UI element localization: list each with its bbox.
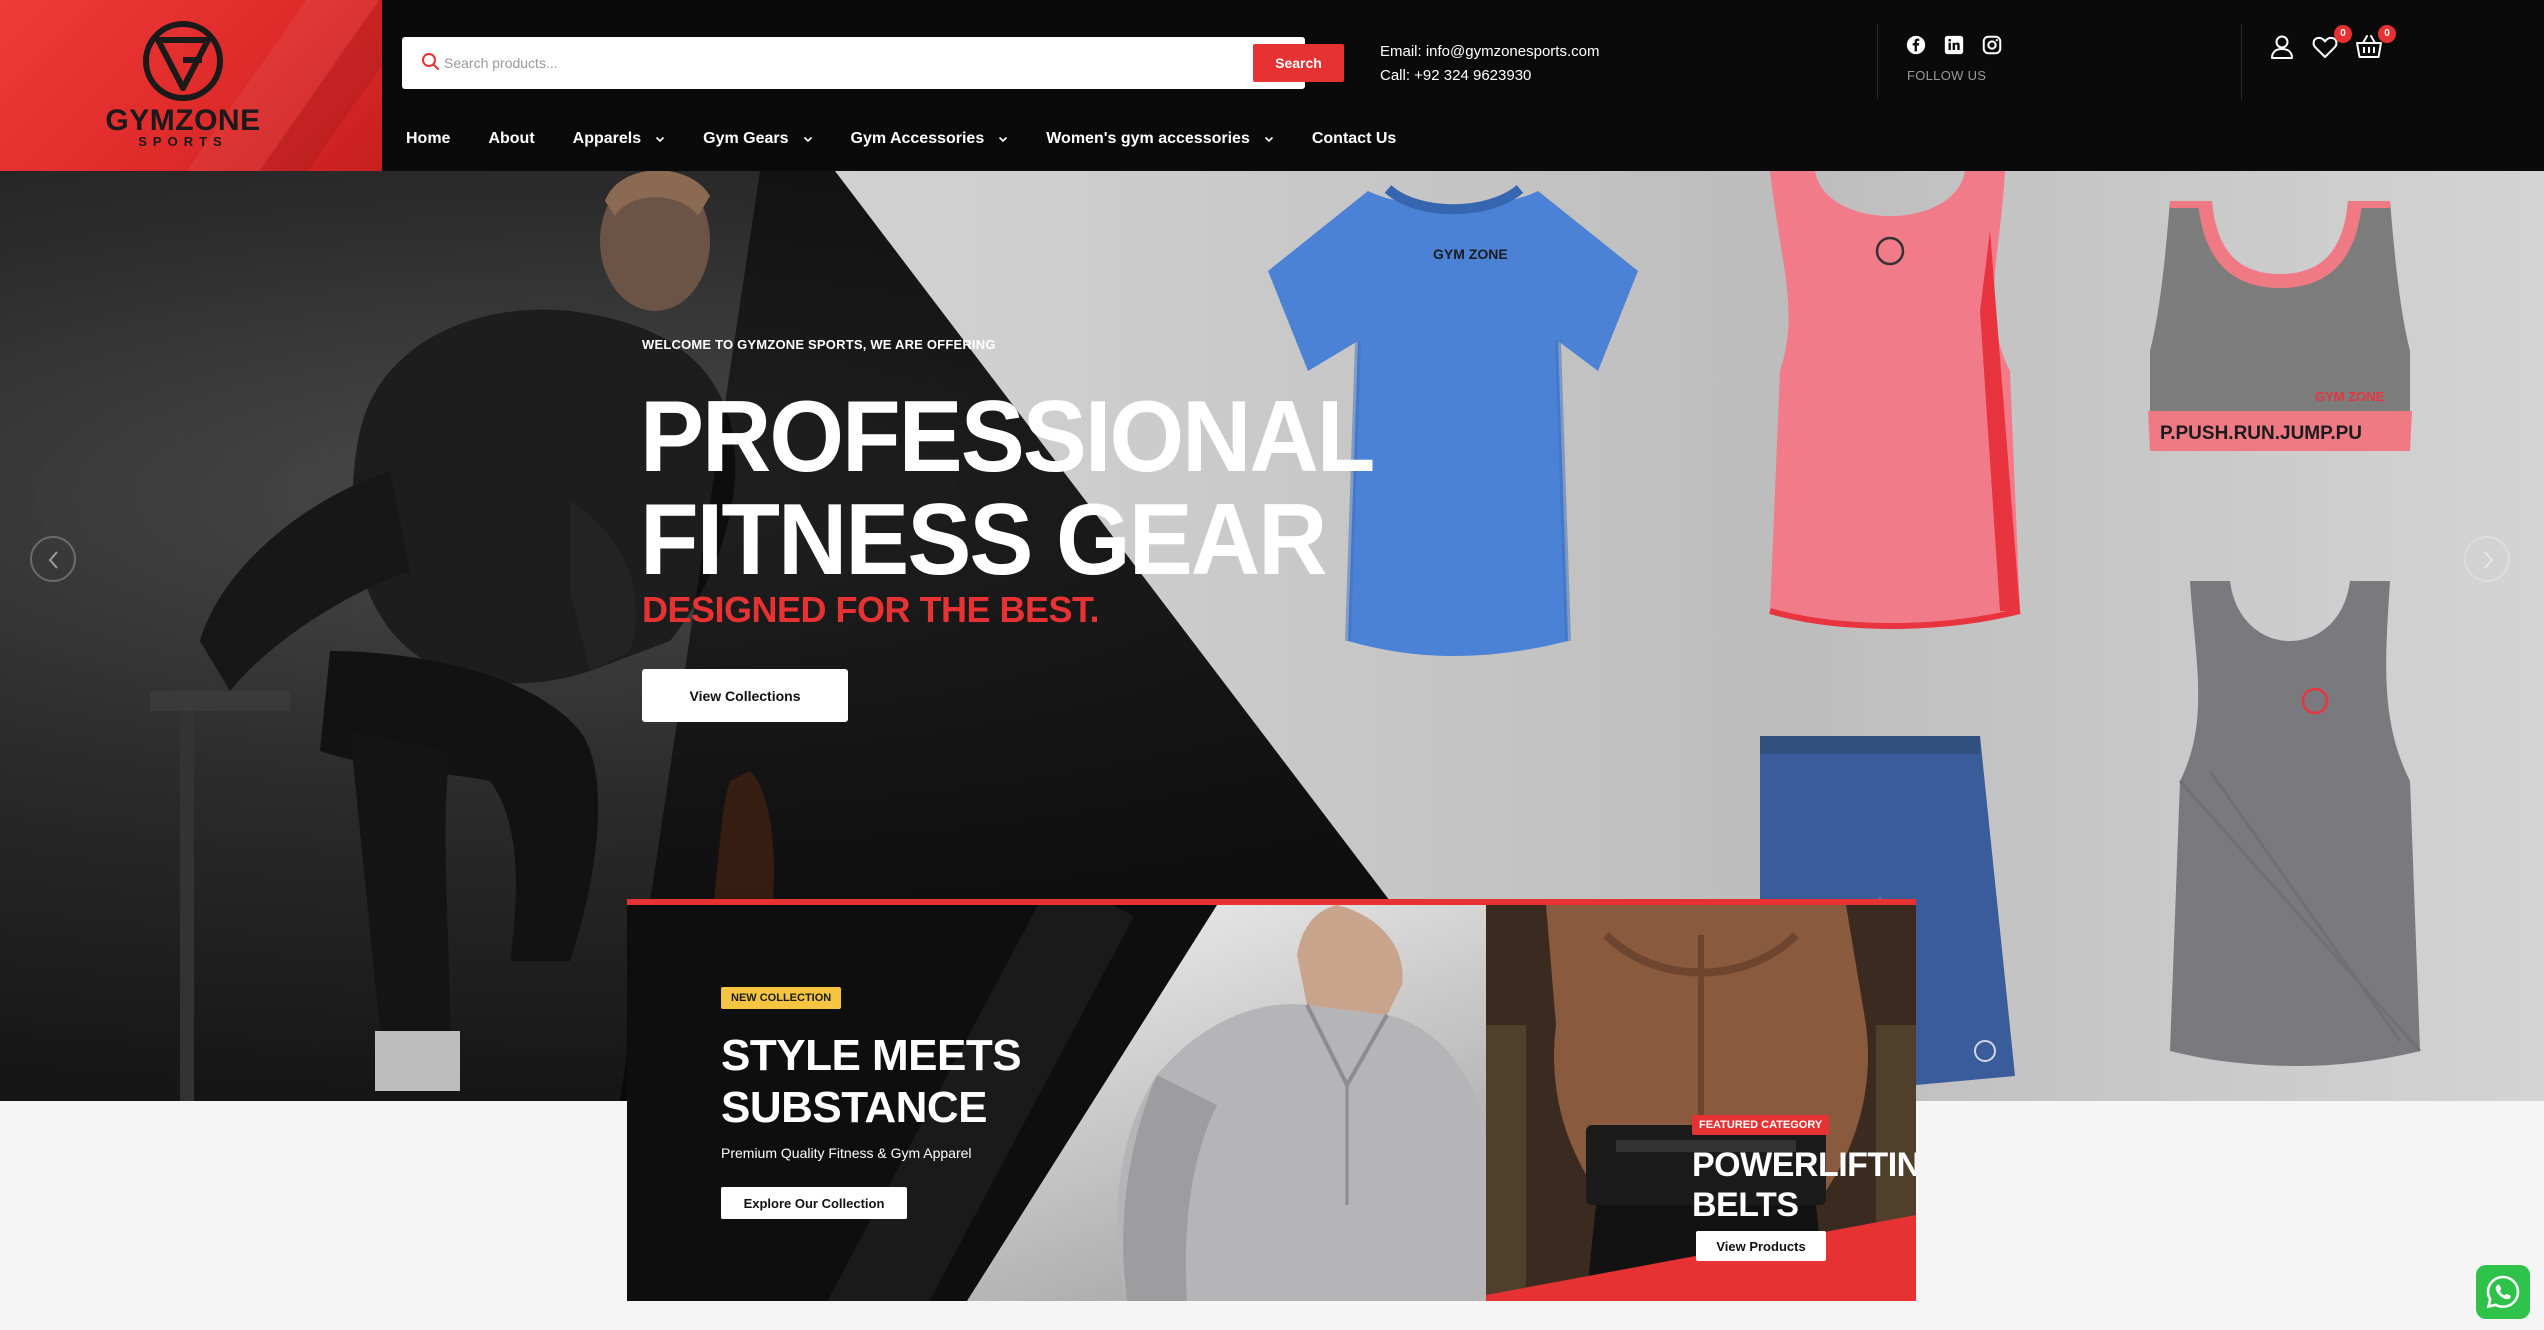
- chevron-down-icon: [656, 136, 665, 143]
- account-icon[interactable]: [2267, 32, 2297, 62]
- social-links: [1905, 34, 2005, 58]
- main-nav: Home About Apparels Gym Gears Gym Access…: [382, 107, 2544, 171]
- promo-cards: NEW COLLECTION STYLE MEETS SUBSTANCE Pre…: [627, 899, 1916, 1301]
- nav-item-gym-accessories[interactable]: Gym Accessories: [851, 130, 1009, 148]
- search-button[interactable]: Search: [1253, 44, 1344, 82]
- nav-item-apparels[interactable]: Apparels: [573, 130, 665, 148]
- view-collections-button[interactable]: View Collections: [642, 669, 848, 722]
- card-title: STYLE MEETS SUBSTANCE: [721, 1030, 1022, 1134]
- contact-info: Email: info@gymzonesports.com Call: +92 …: [1380, 40, 1599, 88]
- nav-label: Gym Gears: [703, 130, 789, 147]
- logo-subtitle: SPORTS: [138, 134, 228, 149]
- gymzone-logo-icon: [143, 21, 223, 101]
- nav-item-about[interactable]: About: [488, 130, 534, 148]
- bra-logo-text: GYM ZONE: [2315, 389, 2385, 404]
- contact-email[interactable]: Email: info@gymzonesports.com: [1380, 40, 1599, 64]
- hero-eyebrow: WELCOME TO GYMZONE SPORTS, WE ARE OFFERI…: [642, 337, 996, 352]
- nav-item-gym-gears[interactable]: Gym Gears: [703, 130, 812, 148]
- bra-band-text: P.PUSH.RUN.JUMP.PU: [2160, 423, 2362, 444]
- promo-card-powerlifting-belts[interactable]: FEATURED CATEGORY POWERLIFTING BELTS Vie…: [1486, 905, 1916, 1301]
- site-header: GYMZONE SPORTS Search Email: info@gymzon…: [0, 0, 2544, 171]
- hero-title-line: PROFESSIONAL: [640, 380, 1375, 494]
- nav-item-womens-gym-accessories[interactable]: Women's gym accessories: [1046, 130, 1274, 148]
- card-title-line: SUBSTANCE: [721, 1083, 988, 1132]
- sports-bra-image: P.PUSH.RUN.JUMP.PU GYM ZONE: [2148, 201, 2412, 451]
- follow-us-label: FOLLOW US: [1907, 68, 1987, 83]
- header-divider: [2241, 24, 2242, 100]
- contact-phone[interactable]: Call: +92 324 9623930: [1380, 64, 1599, 88]
- chevron-left-icon: [48, 551, 58, 569]
- chevron-right-icon: [2484, 551, 2494, 569]
- cart-count-badge: 0: [2378, 25, 2396, 43]
- card-title-line: POWERLIFTING: [1692, 1146, 1916, 1184]
- hero-title: PROFESSIONAL FITNESS GEAR: [640, 380, 1375, 596]
- nav-label: Home: [406, 130, 451, 147]
- nav-label: Apparels: [572, 130, 642, 147]
- hero-subtitle: DESIGNED FOR THE BEST.: [642, 589, 1100, 630]
- tee-logo-text: GYM ZONE: [1433, 246, 1508, 262]
- nav-label: Gym Accessories: [850, 130, 985, 147]
- card-description: Premium Quality Fitness & Gym Apparel: [721, 1145, 972, 1161]
- slider-next-button[interactable]: [2464, 536, 2510, 582]
- nav-item-contact-us[interactable]: Contact Us: [1312, 130, 1396, 148]
- wishlist-count-badge: 0: [2334, 25, 2352, 43]
- explore-collection-button[interactable]: Explore Our Collection: [721, 1187, 907, 1219]
- chevron-down-icon: [803, 136, 812, 143]
- featured-category-tag: FEATURED CATEGORY: [1692, 1115, 1830, 1135]
- whatsapp-icon: [2486, 1275, 2520, 1309]
- facebook-icon[interactable]: [1905, 34, 1929, 58]
- logo-name: GYMZONE: [105, 104, 261, 137]
- search-input[interactable]: [444, 47, 1144, 79]
- slider-prev-button[interactable]: [30, 536, 76, 582]
- grey-tank-top-image: [2170, 581, 2422, 1066]
- instagram-icon[interactable]: [1981, 34, 2005, 58]
- male-model-image: [1117, 905, 1486, 1301]
- nav-label: Contact Us: [1311, 130, 1397, 147]
- logo[interactable]: GYMZONE SPORTS: [0, 0, 382, 171]
- card-title-line: STYLE MEETS: [721, 1031, 1022, 1080]
- pink-tank-top-image: [1769, 171, 2021, 629]
- card-title-line: BELTS: [1692, 1186, 1799, 1224]
- hero-title-line: FITNESS GEAR: [640, 483, 1327, 596]
- new-collection-tag: NEW COLLECTION: [721, 987, 842, 1009]
- linkedin-icon[interactable]: [1943, 34, 1967, 58]
- card-title: POWERLIFTING BELTS: [1692, 1145, 1916, 1225]
- whatsapp-chat-button[interactable]: [2476, 1265, 2530, 1319]
- chevron-down-icon: [999, 136, 1008, 143]
- view-products-button[interactable]: View Products: [1696, 1231, 1826, 1261]
- nav-label: About: [488, 130, 535, 147]
- promo-card-new-collection[interactable]: NEW COLLECTION STYLE MEETS SUBSTANCE Pre…: [627, 905, 1486, 1301]
- nav-label: Women's gym accessories: [1046, 130, 1250, 147]
- chevron-down-icon: [1264, 136, 1273, 143]
- header-divider: [1877, 24, 1878, 100]
- search-bar: Search: [402, 37, 1344, 89]
- search-icon: [422, 53, 439, 70]
- nav-item-home[interactable]: Home: [406, 130, 450, 148]
